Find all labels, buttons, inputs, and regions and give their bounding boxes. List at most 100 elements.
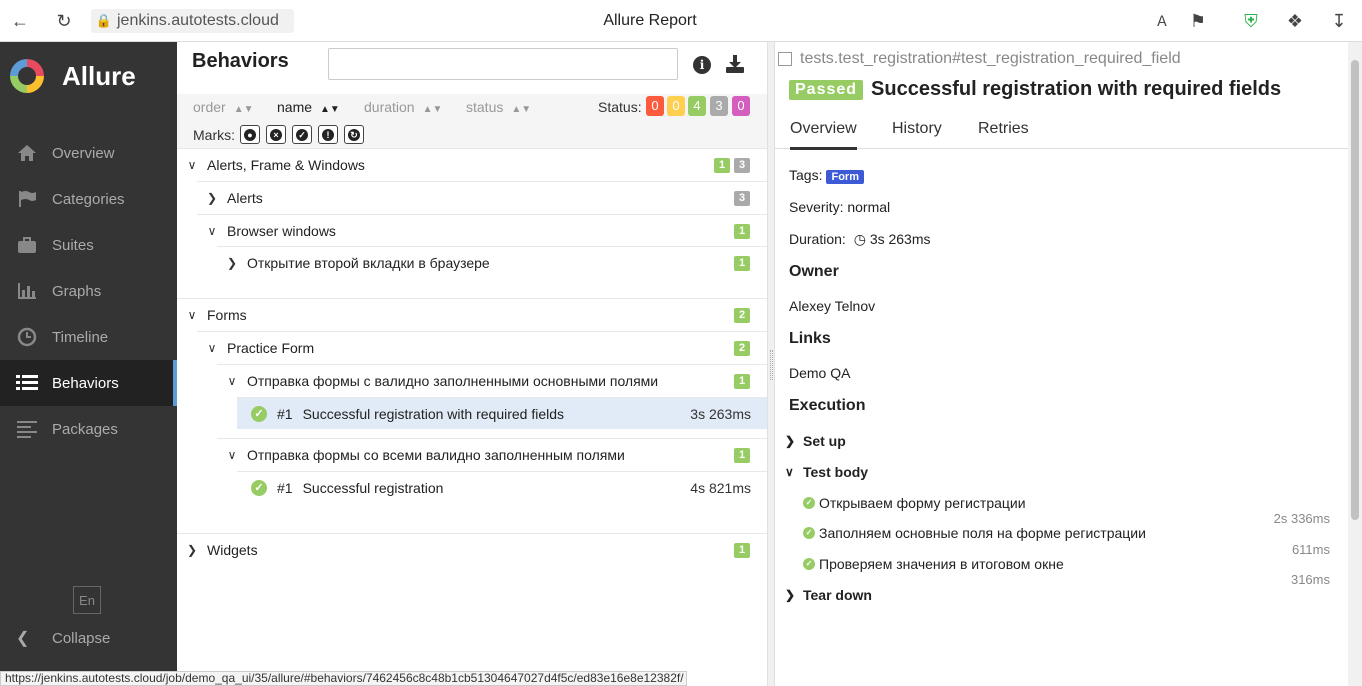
sort-name[interactable]: name ▲▼ (277, 99, 340, 115)
pane-splitter[interactable] (767, 42, 775, 686)
tag-badge[interactable]: Form (826, 170, 864, 184)
status-label: Status: (598, 99, 642, 115)
sidebar-item-graphs[interactable]: Graphs (0, 268, 177, 314)
status-passed-toggle[interactable]: 4 (688, 96, 706, 116)
extensions-icon[interactable]: ❖ (1285, 11, 1305, 31)
chevron-down-icon: ∨ (227, 374, 237, 388)
search-input[interactable] (328, 48, 678, 80)
copy-icon[interactable] (778, 52, 792, 66)
skipped-count-badge: 3 (734, 158, 750, 173)
tab-overview[interactable]: Overview (790, 120, 857, 150)
retries-mark-icon[interactable]: ↻ (344, 125, 364, 144)
chevron-down-icon: ∨ (207, 224, 217, 238)
sidebar-item-timeline[interactable]: Timeline (0, 314, 177, 360)
tree-group-second-tab[interactable]: ❯ Открытие второй вкладки в браузере 1 (217, 246, 767, 279)
tree-group-forms[interactable]: ∨ Forms 2 (177, 298, 767, 331)
new-passed-mark-icon[interactable]: ✓ (292, 125, 312, 144)
tree-group-browser-windows[interactable]: ∨ Browser windows 1 (197, 214, 767, 247)
home-icon (15, 143, 39, 163)
execution-heading: Execution (789, 397, 866, 414)
test-detail-pane: tests.test_registration#test_registratio… (775, 42, 1348, 686)
tree-group-practice-form[interactable]: ∨ Practice Form 2 (197, 331, 767, 364)
status-failed-toggle[interactable]: 0 (646, 96, 664, 116)
status-skipped-toggle[interactable]: 3 (710, 96, 728, 116)
sidebar-item-behaviors[interactable]: Behaviors (0, 360, 177, 406)
step-item[interactable]: ✓ Открываем форму регистрации (803, 495, 1026, 511)
sidebar-item-categories[interactable]: Categories (0, 176, 177, 222)
new-broken-mark-icon[interactable]: ! (318, 125, 338, 144)
url-text: jenkins.autotests.cloud (117, 12, 279, 29)
step-duration: 316ms (1290, 572, 1330, 587)
passed-count-badge: 2 (734, 308, 750, 323)
detail-tabs: Overview History Retries (775, 112, 1348, 150)
setup-step[interactable]: ❯ Set up (785, 433, 846, 449)
teardown-step[interactable]: ❯ Tear down (785, 587, 872, 603)
sort-bar: order ▲▼ name ▲▼ duration ▲▼ status ▲▼ Statu… (177, 94, 767, 122)
allure-logo-icon (10, 59, 44, 93)
tree-group-widgets[interactable]: ❯ Widgets 1 (177, 533, 767, 566)
collapse-label: Collapse (52, 629, 111, 647)
list-icon (15, 373, 39, 393)
back-icon[interactable]: ← (10, 11, 30, 31)
tab-retries[interactable]: Retries (978, 120, 1029, 138)
sidebar: Allure Overview Categories Suites Graphs… (0, 42, 177, 686)
tree-group-alerts-frame-windows[interactable]: ∨ Alerts, Frame & Windows 1 3 (177, 148, 767, 181)
collapse-button[interactable]: ❮ Collapse (16, 628, 110, 648)
tree-test-row[interactable]: ✓ #1 Successful registration 4s 821ms (237, 471, 767, 503)
skipped-count-badge: 3 (734, 191, 750, 206)
shield-icon[interactable]: ⛨ (1241, 11, 1261, 31)
info-icon[interactable]: i (693, 56, 711, 74)
passed-check-icon: ✓ (251, 479, 267, 496)
sidebar-item-packages[interactable]: Packages (0, 406, 177, 452)
tree-group-alerts[interactable]: ❯ Alerts 3 (197, 181, 767, 214)
tab-history[interactable]: History (892, 120, 942, 138)
status-unknown-toggle[interactable]: 0 (732, 96, 750, 116)
chevron-down-icon: ∨ (187, 308, 197, 322)
sort-order[interactable]: order ▲▼ (193, 99, 253, 115)
drag-handle-icon[interactable] (770, 350, 773, 380)
address-bar[interactable]: 🔒 jenkins.autotests.cloud (91, 9, 294, 33)
new-failed-mark-icon[interactable]: × (266, 125, 286, 144)
step-item[interactable]: ✓ Заполняем основные поля на форме регис… (803, 525, 1146, 541)
language-button[interactable]: En (73, 586, 101, 614)
sort-status[interactable]: status ▲▼ (466, 99, 531, 115)
scrollbar-thumb[interactable] (1351, 60, 1359, 520)
sidebar-item-overview[interactable]: Overview (0, 130, 177, 176)
step-item[interactable]: ✓ Проверяем значения в итоговом окне (803, 556, 1064, 572)
scrollbar[interactable] (1348, 42, 1362, 686)
passed-count-badge: 1 (714, 158, 730, 173)
sort-duration[interactable]: duration ▲▼ (364, 99, 442, 115)
tree-test-row-selected[interactable]: ✓ #1 Successful registration with requir… (237, 397, 767, 429)
tree-group-story-required[interactable]: ∨ Отправка формы с валидно заполненными … (217, 364, 767, 397)
test-duration: 4s 821ms (690, 479, 751, 496)
align-left-icon (15, 419, 39, 439)
sidebar-item-label: Graphs (52, 282, 102, 300)
download-icon[interactable]: ↧ (1329, 11, 1349, 31)
download-icon[interactable] (725, 54, 745, 74)
passed-count-badge: 1 (734, 543, 750, 558)
chevron-left-icon: ❮ (16, 630, 30, 647)
passed-count-badge: 1 (734, 256, 750, 271)
flaky-mark-icon[interactable]: ● (240, 125, 260, 144)
briefcase-icon (15, 235, 39, 255)
translate-icon[interactable]: Ａ (1152, 11, 1172, 31)
demo-qa-link[interactable]: Demo QA (789, 365, 850, 381)
sort-icon: ▲▼ (511, 104, 532, 115)
bookmark-icon[interactable]: ⚑ (1188, 11, 1208, 31)
sidebar-item-label: Behaviors (52, 374, 119, 392)
sidebar-item-suites[interactable]: Suites (0, 222, 177, 268)
logo[interactable]: Allure (10, 59, 136, 93)
reload-icon[interactable]: ↻ (54, 11, 74, 31)
tree-group-story-all[interactable]: ∨ Отправка формы со всеми валидно заполн… (217, 438, 767, 471)
behaviors-pane: Behaviors i order ▲▼ name ▲▼ duration ▲▼ st… (177, 42, 767, 686)
chevron-right-icon: ❯ (187, 543, 198, 557)
status-badge: Passed (789, 79, 864, 100)
test-name: Successful registration (302, 479, 444, 496)
status-broken-toggle[interactable]: 0 (667, 96, 685, 116)
test-body-step[interactable]: ∨ Test body (785, 464, 868, 480)
passed-count-badge: 1 (734, 448, 750, 463)
chevron-down-icon: ∨ (187, 158, 197, 172)
owner-value: Alexey Telnov (789, 298, 876, 314)
chevron-right-icon: ❯ (227, 256, 238, 270)
sidebar-item-label: Overview (52, 144, 115, 162)
